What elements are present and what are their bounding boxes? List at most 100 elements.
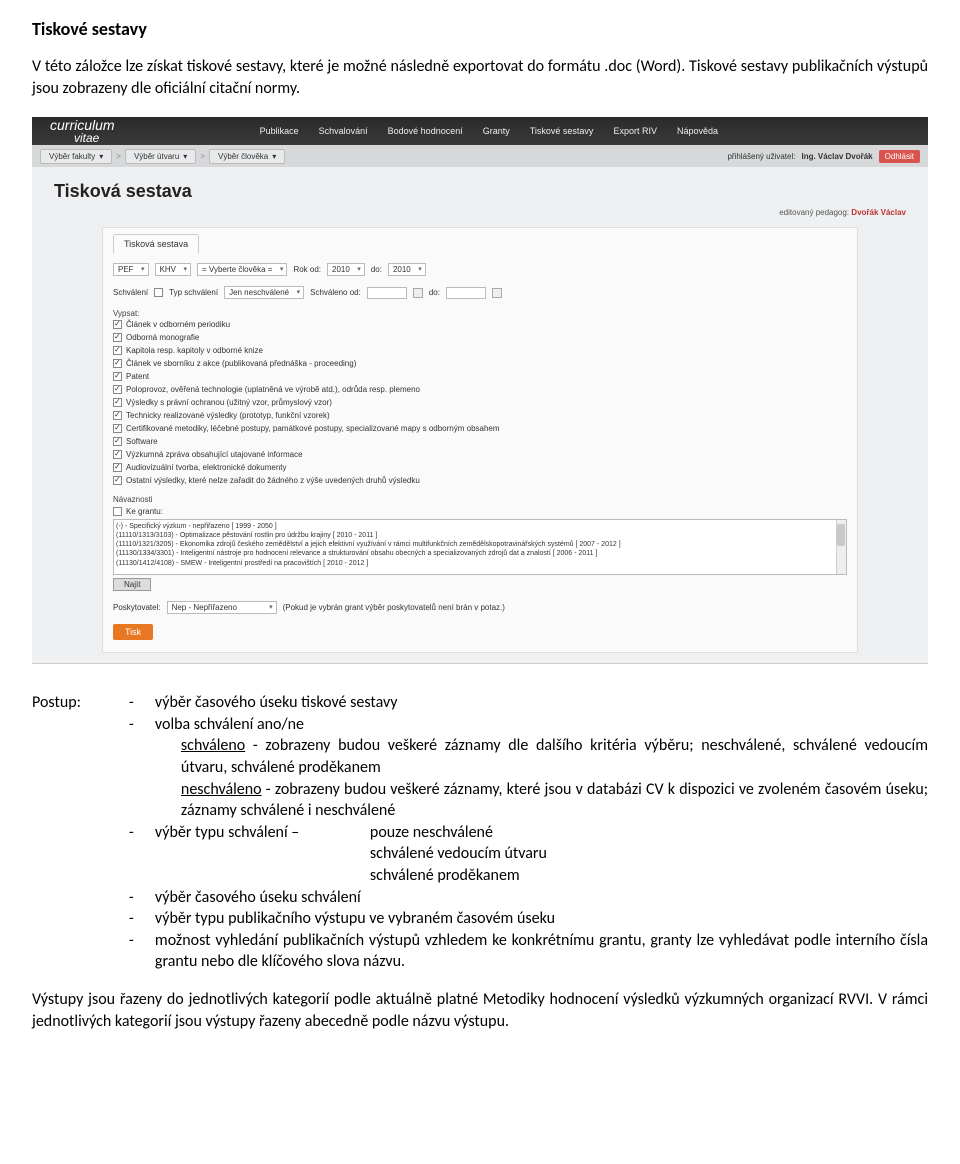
najit-button[interactable]: Najít xyxy=(113,578,151,591)
checklist-label: Ostatní výsledky, které nelze zařadit do… xyxy=(126,476,420,485)
panel-tab[interactable]: Tisková sestava xyxy=(113,234,199,254)
grant-list-item[interactable]: (11130/1334/3301) - Inteligentní nástroj… xyxy=(116,549,844,558)
schvaleno-od-label: Schváleno od: xyxy=(310,288,361,297)
nav-tab-export[interactable]: Export RIV xyxy=(603,118,667,144)
user-label: přihlášený uživatel: xyxy=(727,152,795,161)
logo-line2: vitae xyxy=(50,132,115,144)
checklist-checkbox[interactable] xyxy=(113,320,122,329)
postup-item: výběr typu schválení – pouze neschválené… xyxy=(129,822,928,887)
checklist-label: Audiovizuální tvorba, elektronické dokum… xyxy=(126,463,287,472)
checklist-label: Článek ve sborníku z akce (publikovaná p… xyxy=(126,359,356,368)
breadcrumb-divider: > xyxy=(200,152,205,161)
rok-do-label: do: xyxy=(371,265,382,274)
breadcrumb-label: Výběr útvaru xyxy=(134,152,179,161)
ke-grantu-checkbox[interactable] xyxy=(113,507,122,516)
nav-tab-granty[interactable]: Granty xyxy=(473,118,520,144)
checklist-checkbox[interactable] xyxy=(113,424,122,433)
checklist-label: Certifikované metodiky, léčebné postupy,… xyxy=(126,424,500,433)
postup-list: výběr časového úseku tiskové sestavy vol… xyxy=(93,692,928,973)
intro-paragraph: V této záložce lze získat tiskové sestav… xyxy=(32,56,928,99)
tisk-button[interactable]: Tisk xyxy=(113,624,153,640)
date-to-input[interactable] xyxy=(446,287,486,299)
year-to-select[interactable]: 2010 xyxy=(388,263,426,276)
nav-tab-napoveda[interactable]: Nápověda xyxy=(667,118,728,144)
breadcrumb-unit[interactable]: Výběr útvaru▾ xyxy=(125,149,196,164)
grant-list-item[interactable]: (11110/1313/3103) - Optimalizace pěstová… xyxy=(116,531,844,540)
footer-paragraph: Výstupy jsou řazeny do jednotlivých kate… xyxy=(32,989,928,1032)
grant-list-item[interactable]: (11110/1321/3205) - Ekonomika zdrojů čes… xyxy=(116,540,844,549)
checklist-item: Kapitola resp. kapitoly v odborné knize xyxy=(113,346,847,355)
poskytovatel-note: (Pokud je vybrán grant výběr poskytovate… xyxy=(283,603,505,612)
unit-select[interactable]: KHV xyxy=(155,263,191,276)
poskytovatel-select[interactable]: Nep - Nepřiřazeno xyxy=(167,601,277,614)
grant-list-item[interactable]: (11130/1412/4108) - SMEW - Inteligentní … xyxy=(116,559,844,568)
person-select[interactable]: = Vyberte člověka = xyxy=(197,263,287,276)
ke-grantu-label: Ke grantu: xyxy=(126,507,163,516)
postup-label: Postup: xyxy=(32,692,81,973)
year-from-select[interactable]: 2010 xyxy=(327,263,365,276)
editor-name: Dvořák Václav xyxy=(851,208,906,217)
postup-option: schválené vedoucím útvaru xyxy=(370,843,547,865)
checklist-item: Poloprovoz, ověřená technologie (uplatně… xyxy=(113,385,847,394)
postup-item: možnost vyhledání publikačních výstupů v… xyxy=(129,930,928,973)
checklist-label: Kapitola resp. kapitoly v odborné knize xyxy=(126,346,263,355)
page-title: Tiskové sestavy xyxy=(32,18,928,40)
breadcrumb-divider: > xyxy=(116,152,121,161)
navaznosti-label: Návaznosti xyxy=(113,495,847,504)
checklist-item: Audiovizuální tvorba, elektronické dokum… xyxy=(113,463,847,472)
checklist-checkbox[interactable] xyxy=(113,398,122,407)
postup-item: výběr typu publikačního výstupu ve vybra… xyxy=(129,908,928,930)
checklist-label: Poloprovoz, ověřená technologie (uplatně… xyxy=(126,385,420,394)
checklist-checkbox[interactable] xyxy=(113,463,122,472)
nav-tab-tiskove[interactable]: Tiskové sestavy xyxy=(520,118,604,144)
postup-subitem: neschváleno - zobrazeny budou veškeré zá… xyxy=(155,779,928,822)
app-screenshot: curriculum vitae Publikace Schvalování B… xyxy=(32,117,928,664)
typ-select[interactable]: Jen neschválené xyxy=(224,286,304,299)
logout-button[interactable]: Odhlásit xyxy=(879,150,920,163)
schvaleni-checkbox[interactable] xyxy=(154,288,163,297)
postup-section: Postup: výběr časového úseku tiskové ses… xyxy=(32,692,928,973)
provider-row: Poskytovatel: Nep - Nepřiřazeno (Pokud j… xyxy=(113,601,847,614)
user-name: Ing. Václav Dvořák xyxy=(801,152,872,161)
checklist-checkbox[interactable] xyxy=(113,372,122,381)
app-topnav: curriculum vitae Publikace Schvalování B… xyxy=(32,117,928,145)
scrollbar-thumb[interactable] xyxy=(837,524,845,546)
checklist-label: Odborná monografie xyxy=(126,333,199,342)
scrollbar-track[interactable] xyxy=(836,520,846,574)
nav-tab-schvalovani[interactable]: Schvalování xyxy=(309,118,378,144)
chevron-down-icon: ▾ xyxy=(99,152,103,161)
editor-line: editovaný pedagog: Dvořák Václav xyxy=(32,206,928,223)
calendar-icon[interactable] xyxy=(492,288,502,298)
checklist-checkbox[interactable] xyxy=(113,411,122,420)
date-from-input[interactable] xyxy=(367,287,407,299)
nav-tab-publikace[interactable]: Publikace xyxy=(250,118,309,144)
postup-item: výběr časového úseku tiskové sestavy xyxy=(129,692,928,714)
breadcrumb-label: Výběr fakulty xyxy=(49,152,95,161)
breadcrumb-label: Výběr člověka xyxy=(218,152,268,161)
checklist-checkbox[interactable] xyxy=(113,359,122,368)
faculty-select[interactable]: PEF xyxy=(113,263,149,276)
filter-row-1: PEF KHV = Vyberte člověka = Rok od: 2010… xyxy=(113,263,847,276)
app-logo: curriculum vitae xyxy=(32,118,133,144)
breadcrumb-faculty[interactable]: Výběr fakulty ▾ xyxy=(40,149,112,164)
checklist-checkbox[interactable] xyxy=(113,437,122,446)
nav-tab-bodove[interactable]: Bodové hodnocení xyxy=(378,118,473,144)
checklist-checkbox[interactable] xyxy=(113,333,122,342)
calendar-icon[interactable] xyxy=(413,288,423,298)
rok-od-label: Rok od: xyxy=(293,265,321,274)
postup-option: pouze neschválené xyxy=(370,822,493,844)
checklist-item: Výsledky s právní ochranou (užitný vzor,… xyxy=(113,398,847,407)
postup-item-text: výběr typu schválení – xyxy=(155,823,299,842)
grant-list-item[interactable]: (-) - Specifický výzkum - nepřiřazeno [ … xyxy=(116,522,844,531)
checklist-item: Certifikované metodiky, léčebné postupy,… xyxy=(113,424,847,433)
grant-listbox[interactable]: (-) - Specifický výzkum - nepřiřazeno [ … xyxy=(113,519,847,575)
checklist-checkbox[interactable] xyxy=(113,476,122,485)
checklist-checkbox[interactable] xyxy=(113,346,122,355)
checklist-label: Software xyxy=(126,437,158,446)
editor-label: editovaný pedagog: xyxy=(779,208,849,217)
output-type-checklist: Článek v odborném periodikuOdborná monog… xyxy=(113,320,847,485)
breadcrumb-person[interactable]: Výběr člověka▾ xyxy=(209,149,285,164)
checklist-checkbox[interactable] xyxy=(113,385,122,394)
postup-subtext: - zobrazeny budou veškeré záznamy, které… xyxy=(181,780,928,821)
checklist-checkbox[interactable] xyxy=(113,450,122,459)
